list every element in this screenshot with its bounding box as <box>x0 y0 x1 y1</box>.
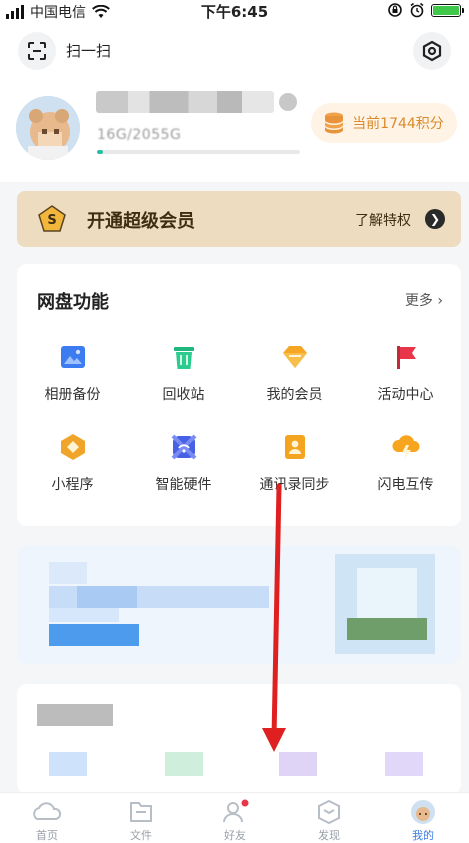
super-vip-badge-icon: S <box>38 205 66 232</box>
tab-home[interactable]: 首页 <box>0 793 94 843</box>
username <box>96 91 274 113</box>
settings-button[interactable] <box>413 32 451 70</box>
blurred-section-card <box>17 684 461 794</box>
chevron-right-icon: › <box>437 293 443 309</box>
function-item-smart-hardware[interactable]: 智能硬件 <box>128 424 239 514</box>
points-button[interactable]: 当前1744积分 <box>311 103 457 143</box>
rotation-lock-icon <box>388 3 402 17</box>
avatar[interactable] <box>16 96 80 160</box>
photo-album-icon <box>60 346 85 368</box>
diamond-icon <box>282 346 307 368</box>
scan-button[interactable] <box>18 32 56 70</box>
trash-icon <box>173 347 194 369</box>
svg-text:S: S <box>47 213 56 228</box>
scan-icon <box>28 42 46 60</box>
storage-usage-text: 16G/2055G <box>97 127 182 143</box>
scan-label[interactable]: 扫一扫 <box>66 40 111 61</box>
lightning-transfer-icon <box>391 435 419 460</box>
netdisk-functions-card: 网盘功能 更多 › 相册备份 回收站 我的会员 活动中心 小程序 智能硬件 通讯… <box>17 264 461 526</box>
bottom-tab-bar: 首页 文件 好友 发现 我的 <box>0 792 469 843</box>
tab-friends[interactable]: 好友 <box>188 793 282 843</box>
friends-icon <box>223 799 249 823</box>
tab-discover[interactable]: 发现 <box>282 793 376 843</box>
settings-icon <box>422 40 442 62</box>
function-item-my-membership[interactable]: 我的会员 <box>239 334 350 424</box>
points-label: 当前1744积分 <box>352 116 444 132</box>
promo-banner[interactable] <box>17 546 461 664</box>
status-bar: 中国电信 下午6:45 <box>0 0 469 22</box>
coin-stack-icon <box>325 112 344 134</box>
home-icon <box>33 802 62 820</box>
profile-icon <box>411 800 435 824</box>
function-item-photo-backup[interactable]: 相册备份 <box>17 334 128 424</box>
battery-icon <box>431 3 464 17</box>
discover-icon <box>318 799 340 825</box>
function-item-contacts-sync[interactable]: 通讯录同步 <box>239 424 350 514</box>
verified-icon <box>279 93 297 111</box>
alarm-icon <box>410 2 424 18</box>
flag-icon <box>396 346 416 369</box>
avatar-image <box>16 96 80 160</box>
contacts-sync-icon <box>284 435 305 459</box>
vip-title: 开通超级会员 <box>87 211 195 232</box>
vip-learn-more[interactable]: 了解特权 <box>355 210 411 230</box>
vip-banner[interactable]: S 开通超级会员 了解特权 ❯ <box>17 191 461 247</box>
section-title: 网盘功能 <box>37 292 109 313</box>
more-link[interactable]: 更多 › <box>405 290 443 310</box>
chevron-right-icon[interactable]: ❯ <box>425 209 445 229</box>
smart-hardware-icon <box>171 434 196 460</box>
tab-profile[interactable]: 我的 <box>376 793 469 843</box>
folder-icon <box>130 802 152 822</box>
function-item-mini-program[interactable]: 小程序 <box>17 424 128 514</box>
function-item-lightning-transfer[interactable]: 闪电互传 <box>350 424 461 514</box>
tab-files[interactable]: 文件 <box>94 793 188 843</box>
function-item-activity-center[interactable]: 活动中心 <box>350 334 461 424</box>
mini-program-icon <box>60 434 85 460</box>
function-item-recycle-bin[interactable]: 回收站 <box>128 334 239 424</box>
storage-progress-bar <box>97 150 300 154</box>
